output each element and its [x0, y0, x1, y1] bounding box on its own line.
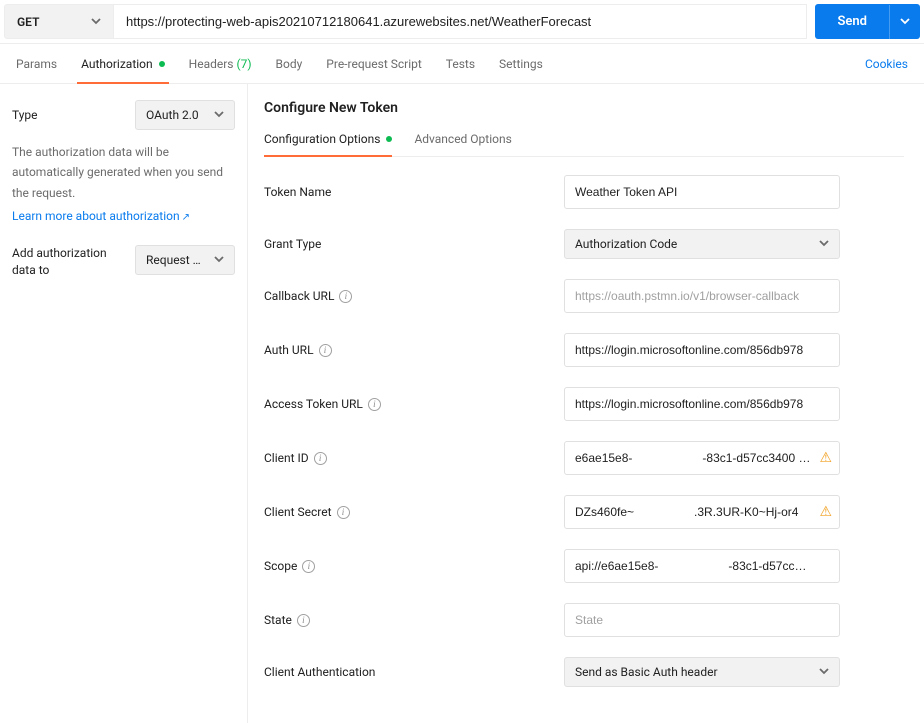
learn-more-link[interactable]: Learn more about authorization↗: [12, 209, 235, 223]
chevron-down-icon: [214, 253, 224, 267]
configure-token-heading: Configure New Token: [264, 100, 904, 116]
tab-settings[interactable]: Settings: [487, 44, 555, 83]
subtab-advanced[interactable]: Advanced Options: [414, 126, 511, 156]
info-icon: i: [368, 398, 381, 411]
modified-dot-icon: [159, 61, 165, 67]
chevron-down-icon: [214, 108, 224, 122]
auth-url-label: Auth URL: [264, 343, 314, 357]
authorization-panel: Type OAuth 2.0 The authorization data wi…: [0, 84, 924, 723]
client-secret-label: Client Secret: [264, 505, 332, 519]
grant-type-select[interactable]: Authorization Code: [564, 229, 840, 259]
subtab-configuration[interactable]: Configuration Options: [264, 126, 392, 156]
state-input[interactable]: [564, 603, 840, 637]
scope-label: Scope: [264, 559, 297, 573]
http-method-select[interactable]: GET: [4, 4, 114, 39]
modified-dot-icon: [386, 136, 392, 142]
scope-input[interactable]: [564, 549, 840, 583]
add-auth-data-to-label: Add authorization data to: [12, 245, 125, 279]
auth-help-text: The authorization data will be automatic…: [12, 142, 235, 203]
chevron-down-icon: [91, 15, 101, 29]
auth-left-panel: Type OAuth 2.0 The authorization data wi…: [0, 84, 248, 723]
access-token-url-label: Access Token URL: [264, 397, 363, 411]
client-id-input[interactable]: [564, 441, 840, 475]
http-method-value: GET: [17, 15, 39, 29]
add-auth-data-to-select[interactable]: Request …: [135, 245, 235, 275]
chevron-down-icon: [819, 665, 829, 679]
client-auth-select[interactable]: Send as Basic Auth header: [564, 657, 840, 687]
info-icon: i: [319, 344, 332, 357]
url-bar: GET Send: [0, 0, 924, 44]
grant-type-label: Grant Type: [264, 237, 321, 251]
info-icon: i: [314, 452, 327, 465]
token-name-input[interactable]: [564, 175, 840, 209]
info-icon: i: [297, 614, 310, 627]
token-subtabs: Configuration Options Advanced Options: [264, 126, 904, 157]
tab-body[interactable]: Body: [264, 44, 315, 83]
tab-prerequest[interactable]: Pre-request Script: [314, 44, 433, 83]
info-icon: i: [337, 506, 350, 519]
send-button[interactable]: Send: [815, 4, 889, 39]
info-icon: i: [302, 560, 315, 573]
auth-type-label: Type: [12, 108, 38, 122]
access-token-url-input[interactable]: [564, 387, 840, 421]
info-icon: i: [339, 290, 352, 303]
chevron-down-icon: [819, 237, 829, 251]
auth-right-panel: Configure New Token Configuration Option…: [248, 84, 924, 723]
send-button-group: Send: [815, 4, 920, 39]
tab-params[interactable]: Params: [4, 44, 69, 83]
tab-authorization[interactable]: Authorization: [69, 44, 177, 83]
send-dropdown-button[interactable]: [889, 5, 920, 39]
callback-url-input[interactable]: [564, 279, 840, 313]
tab-tests[interactable]: Tests: [434, 44, 487, 83]
callback-url-label: Callback URL: [264, 289, 334, 303]
client-secret-input[interactable]: [564, 495, 840, 529]
client-auth-label: Client Authentication: [264, 665, 375, 679]
auth-url-input[interactable]: [564, 333, 840, 367]
external-link-icon: ↗: [182, 212, 190, 223]
cookies-link[interactable]: Cookies: [853, 57, 920, 71]
state-label: State: [264, 613, 292, 627]
url-input[interactable]: [114, 4, 807, 39]
client-id-label: Client ID: [264, 451, 309, 465]
request-tabs: Params Authorization Headers(7) Body Pre…: [0, 44, 924, 84]
tab-headers[interactable]: Headers(7): [177, 44, 264, 83]
auth-type-select[interactable]: OAuth 2.0: [135, 100, 235, 130]
token-name-label: Token Name: [264, 185, 331, 199]
